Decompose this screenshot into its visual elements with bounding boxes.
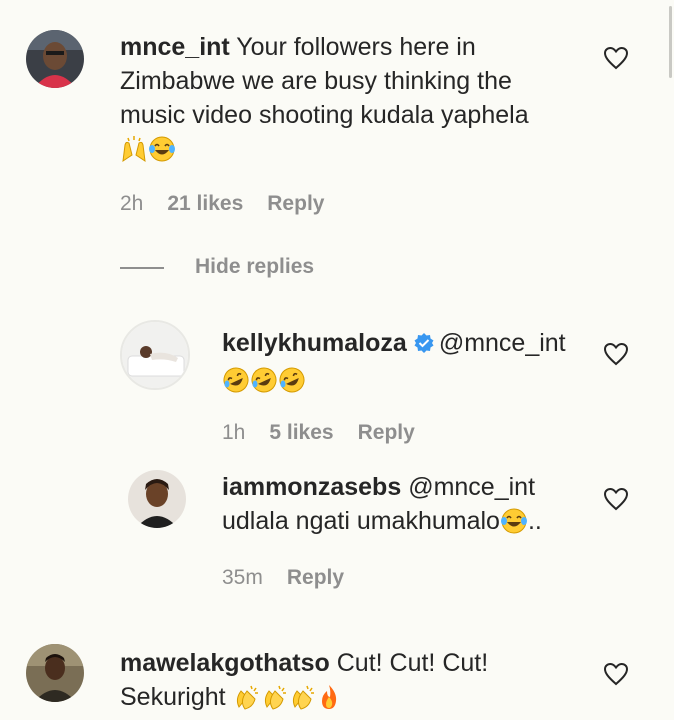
heart-outline-icon[interactable]: [603, 342, 629, 366]
rolling-laughing-emoji-icon: [278, 366, 306, 403]
verified-badge-icon: [413, 329, 435, 363]
reply-body: kellykhumaloza @mnce_int: [222, 326, 612, 403]
reply-text-tail: ..: [527, 507, 542, 535]
comment-text-line: music video shooting kudala yaphela: [120, 101, 529, 129]
rolling-laughing-emoji-icon: [250, 366, 278, 403]
clapping-hands-emoji-icon: [289, 683, 317, 720]
reply-text: udlala ngati umakhumalo: [222, 507, 500, 535]
comment-text-line: Cut! Cut! Cut!: [336, 649, 489, 677]
replies-divider: [120, 267, 164, 269]
reply-username[interactable]: kellykhumaloza: [222, 329, 407, 357]
heart-outline-icon[interactable]: [603, 46, 629, 70]
reply-body: iammonzasebs @mnce_int udlala ngati umak…: [222, 470, 612, 544]
comment-time: 2h: [120, 192, 144, 215]
reply-mention[interactable]: @mnce_int: [408, 473, 535, 501]
comment-text-line: Zimbabwe we are busy thinking the: [120, 67, 512, 95]
avatar[interactable]: [26, 644, 84, 702]
reply-mention[interactable]: @mnce_int: [439, 329, 566, 357]
comment-username[interactable]: mnce_int: [120, 33, 230, 61]
tears-of-joy-emoji-icon: [148, 135, 176, 172]
clapping-hands-emoji-icon: [233, 683, 261, 720]
reply-time: 1h: [222, 421, 246, 444]
clapping-hands-emoji-icon: [261, 683, 289, 720]
heart-outline-icon[interactable]: [603, 662, 629, 686]
rolling-laughing-emoji-icon: [222, 366, 250, 403]
likes-count[interactable]: 5 likes: [269, 421, 333, 445]
reply-meta: 1h 5 likes Reply: [222, 421, 415, 445]
comment-meta: 2h 21 likes Reply: [120, 192, 324, 216]
reply-meta: 35m Reply: [222, 566, 344, 590]
reply-button[interactable]: Reply: [267, 192, 324, 216]
reply-username[interactable]: iammonzasebs: [222, 473, 401, 501]
comment-username[interactable]: mawelakgothatso: [120, 649, 330, 677]
comment-body: mnce_int Your followers here in Zimbabwe…: [120, 30, 620, 172]
avatar[interactable]: [128, 470, 186, 528]
likes-count[interactable]: 21 likes: [167, 192, 243, 216]
comment-text-line: Sekuright: [120, 683, 226, 711]
heart-outline-icon[interactable]: [603, 487, 629, 511]
scrollbar[interactable]: [669, 6, 672, 78]
comment-body: mawelakgothatso Cut! Cut! Cut! Sekuright: [120, 646, 620, 720]
raising-hands-emoji-icon: [120, 135, 148, 172]
avatar[interactable]: [26, 30, 84, 88]
comment-text-line: Your followers here in: [236, 33, 476, 61]
fire-emoji-icon: [317, 683, 341, 720]
reply-time: 35m: [222, 566, 263, 589]
reply-button[interactable]: Reply: [358, 421, 415, 445]
reply-button[interactable]: Reply: [287, 566, 344, 590]
hide-replies-button[interactable]: Hide replies: [195, 255, 314, 279]
avatar[interactable]: [120, 320, 190, 390]
tears-of-joy-emoji-icon: [500, 507, 528, 544]
